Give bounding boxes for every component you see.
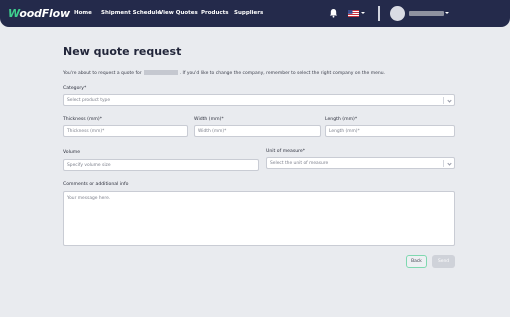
back-button[interactable]: Back — [406, 255, 427, 268]
send-button[interactable]: Send — [432, 255, 455, 268]
unit-placeholder: Select the unit of measure — [270, 161, 329, 166]
comments-placeholder: Your message here. — [67, 196, 111, 201]
volume-placeholder: Specify volume size — [67, 163, 111, 168]
user-chevron-down-icon[interactable] — [445, 12, 449, 14]
nav-home[interactable]: Home — [74, 10, 92, 16]
intro-text: You're about to request a quote for . If … — [63, 70, 385, 76]
unit-label: Unit of measure* — [266, 149, 306, 154]
nav-products[interactable]: Products — [201, 10, 229, 16]
thickness-input[interactable]: Thickness (mm)* — [63, 125, 188, 137]
category-label: Category* — [63, 86, 87, 91]
select-separator — [443, 160, 444, 167]
chevron-down-icon — [447, 161, 452, 166]
unit-select[interactable]: Select the unit of measure — [266, 157, 455, 169]
length-input[interactable]: Length (mm)* — [325, 125, 455, 137]
thickness-label: Thickness (mm)* — [63, 117, 102, 122]
length-placeholder: Length (mm)* — [329, 129, 360, 134]
top-navbar: WoodFlow Home Shipment Schedule View Quo… — [0, 0, 510, 27]
logo-prefix: W — [8, 7, 20, 20]
bell-icon[interactable] — [329, 8, 338, 18]
width-input[interactable]: Width (mm)* — [194, 125, 321, 137]
avatar-icon[interactable] — [390, 6, 405, 21]
width-placeholder: Width (mm)* — [198, 129, 227, 134]
thickness-placeholder: Thickness (mm)* — [67, 129, 105, 134]
intro-after: . If you'd like to change the company, r… — [179, 71, 385, 76]
company-name-redacted — [143, 70, 178, 75]
comments-label: Comments or additional info — [63, 182, 129, 187]
category-select[interactable]: Select product type — [63, 94, 455, 106]
comments-textarea[interactable]: Your message here. — [63, 191, 455, 246]
nav-suppliers[interactable]: Suppliers — [234, 10, 263, 16]
username-redacted[interactable] — [409, 11, 444, 16]
logo-text: oodFlow — [19, 7, 70, 20]
us-flag-icon[interactable] — [348, 10, 359, 17]
nav-view-quotes[interactable]: View Quotes — [159, 10, 198, 16]
volume-label: Volume — [63, 150, 81, 155]
intro-before: You're about to request a quote for — [63, 71, 142, 76]
woodflow-logo[interactable]: WoodFlow — [8, 7, 70, 20]
width-label: Width (mm)* — [194, 117, 224, 122]
header-divider — [378, 6, 380, 21]
language-chevron-down-icon[interactable] — [361, 12, 365, 14]
page-title: New quote request — [63, 45, 182, 58]
select-separator — [443, 97, 444, 104]
category-placeholder: Select product type — [67, 98, 111, 103]
chevron-down-icon — [447, 98, 452, 103]
nav-shipment-schedule[interactable]: Shipment Schedule — [101, 10, 161, 16]
length-label: Length (mm)* — [325, 117, 358, 122]
volume-input[interactable]: Specify volume size — [63, 159, 259, 171]
